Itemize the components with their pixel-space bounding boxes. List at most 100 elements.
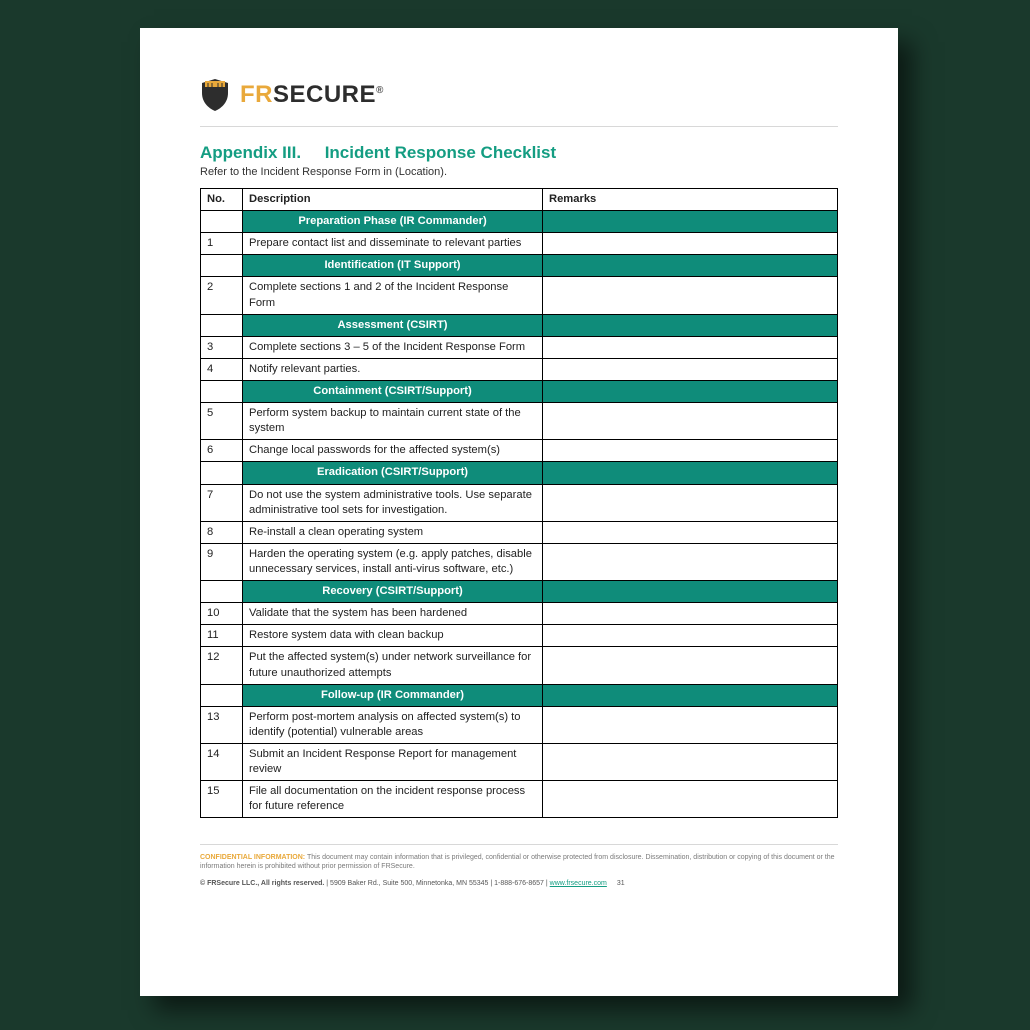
document-page: FRSECURE® Appendix III. Incident Respons… [140, 28, 898, 996]
section-blank [543, 211, 838, 233]
cell-no: 13 [201, 706, 243, 743]
section-label: Identification (IT Support) [243, 255, 543, 277]
section-blank [543, 684, 838, 706]
cell-no: 6 [201, 440, 243, 462]
table-header-row: No. Description Remarks [201, 189, 838, 211]
cell-no: 4 [201, 358, 243, 380]
table-row: 11Restore system data with clean backup [201, 625, 838, 647]
table-row: 15File all documentation on the incident… [201, 781, 838, 818]
section-blank [201, 380, 243, 402]
section-blank [201, 211, 243, 233]
shield-icon [200, 78, 230, 112]
cell-no: 5 [201, 403, 243, 440]
cell-rem [543, 440, 838, 462]
logo-text: FRSECURE® [240, 81, 384, 109]
footer-line: © FRSecure LLC., All rights reserved. | … [200, 880, 838, 887]
col-rem: Remarks [543, 189, 838, 211]
footer-page: 31 [617, 880, 625, 887]
section-blank [201, 684, 243, 706]
cell-rem [543, 625, 838, 647]
cell-rem [543, 521, 838, 543]
cell-no: 3 [201, 336, 243, 358]
cell-desc: Perform post-mortem analysis on affected… [243, 706, 543, 743]
cell-rem [543, 706, 838, 743]
section-label: Eradication (CSIRT/Support) [243, 462, 543, 484]
section-header: Follow-up (IR Commander) [201, 684, 838, 706]
section-blank [201, 314, 243, 336]
cell-desc: Notify relevant parties. [243, 358, 543, 380]
table-row: 8Re-install a clean operating system [201, 521, 838, 543]
cell-desc: Complete sections 1 and 2 of the Inciden… [243, 277, 543, 314]
section-blank [543, 581, 838, 603]
table-row: 2Complete sections 1 and 2 of the Incide… [201, 277, 838, 314]
title-text: Incident Response Checklist [325, 143, 556, 162]
cell-no: 1 [201, 233, 243, 255]
table-row: 10Validate that the system has been hard… [201, 603, 838, 625]
table-row: 14Submit an Incident Response Report for… [201, 743, 838, 780]
cell-rem [543, 233, 838, 255]
cell-rem [543, 277, 838, 314]
table-row: 5Perform system backup to maintain curre… [201, 403, 838, 440]
subtitle: Refer to the Incident Response Form in (… [200, 166, 838, 178]
cell-no: 10 [201, 603, 243, 625]
table-row: 4Notify relevant parties. [201, 358, 838, 380]
table-row: 6Change local passwords for the affected… [201, 440, 838, 462]
cell-no: 7 [201, 484, 243, 521]
section-blank [543, 462, 838, 484]
table-row: 12Put the affected system(s) under netwo… [201, 647, 838, 684]
section-header: Eradication (CSIRT/Support) [201, 462, 838, 484]
col-desc: Description [243, 189, 543, 211]
section-blank [543, 255, 838, 277]
logo-fr: FR [240, 81, 273, 108]
section-label: Follow-up (IR Commander) [243, 684, 543, 706]
logo-reg: ® [376, 85, 384, 96]
cell-desc: Re-install a clean operating system [243, 521, 543, 543]
footer-copyright: © FRSecure LLC., All rights reserved. [200, 880, 324, 887]
cell-desc: Submit an Incident Response Report for m… [243, 743, 543, 780]
table-row: 13Perform post-mortem analysis on affect… [201, 706, 838, 743]
cell-rem [543, 743, 838, 780]
cell-no: 12 [201, 647, 243, 684]
cell-desc: Restore system data with clean backup [243, 625, 543, 647]
cell-desc: Put the affected system(s) under network… [243, 647, 543, 684]
cell-rem [543, 403, 838, 440]
logo-sec: SECURE [273, 81, 376, 108]
page-title: Appendix III. Incident Response Checklis… [200, 143, 838, 163]
cell-rem [543, 336, 838, 358]
cell-desc: Complete sections 3 – 5 of the Incident … [243, 336, 543, 358]
cell-rem [543, 543, 838, 580]
footer-rule [200, 844, 838, 845]
cell-no: 15 [201, 781, 243, 818]
cell-no: 14 [201, 743, 243, 780]
header-rule [200, 126, 838, 127]
section-blank [201, 255, 243, 277]
cell-no: 9 [201, 543, 243, 580]
footer-address: | 5909 Baker Rd., Suite 500, Minnetonka,… [326, 880, 547, 887]
conf-label: CONFIDENTIAL INFORMATION: [200, 854, 305, 861]
table-row: 3Complete sections 3 – 5 of the Incident… [201, 336, 838, 358]
cell-desc: Perform system backup to maintain curren… [243, 403, 543, 440]
confidential-disclaimer: CONFIDENTIAL INFORMATION: This document … [200, 853, 838, 871]
col-no: No. [201, 189, 243, 211]
appendix-label: Appendix III. [200, 143, 301, 162]
section-label: Assessment (CSIRT) [243, 314, 543, 336]
table-row: 9Harden the operating system (e.g. apply… [201, 543, 838, 580]
footer-link[interactable]: www.frsecure.com [550, 880, 607, 887]
section-header: Containment (CSIRT/Support) [201, 380, 838, 402]
cell-desc: Prepare contact list and disseminate to … [243, 233, 543, 255]
section-label: Containment (CSIRT/Support) [243, 380, 543, 402]
cell-no: 8 [201, 521, 243, 543]
section-header: Preparation Phase (IR Commander) [201, 211, 838, 233]
cell-desc: Change local passwords for the affected … [243, 440, 543, 462]
section-blank [543, 314, 838, 336]
table-row: 1Prepare contact list and disseminate to… [201, 233, 838, 255]
cell-desc: File all documentation on the incident r… [243, 781, 543, 818]
section-header: Identification (IT Support) [201, 255, 838, 277]
cell-desc: Harden the operating system (e.g. apply … [243, 543, 543, 580]
checklist-table: No. Description Remarks Preparation Phas… [200, 188, 838, 818]
cell-rem [543, 781, 838, 818]
section-label: Preparation Phase (IR Commander) [243, 211, 543, 233]
section-blank [201, 462, 243, 484]
cell-no: 2 [201, 277, 243, 314]
logo: FRSECURE® [200, 78, 838, 112]
